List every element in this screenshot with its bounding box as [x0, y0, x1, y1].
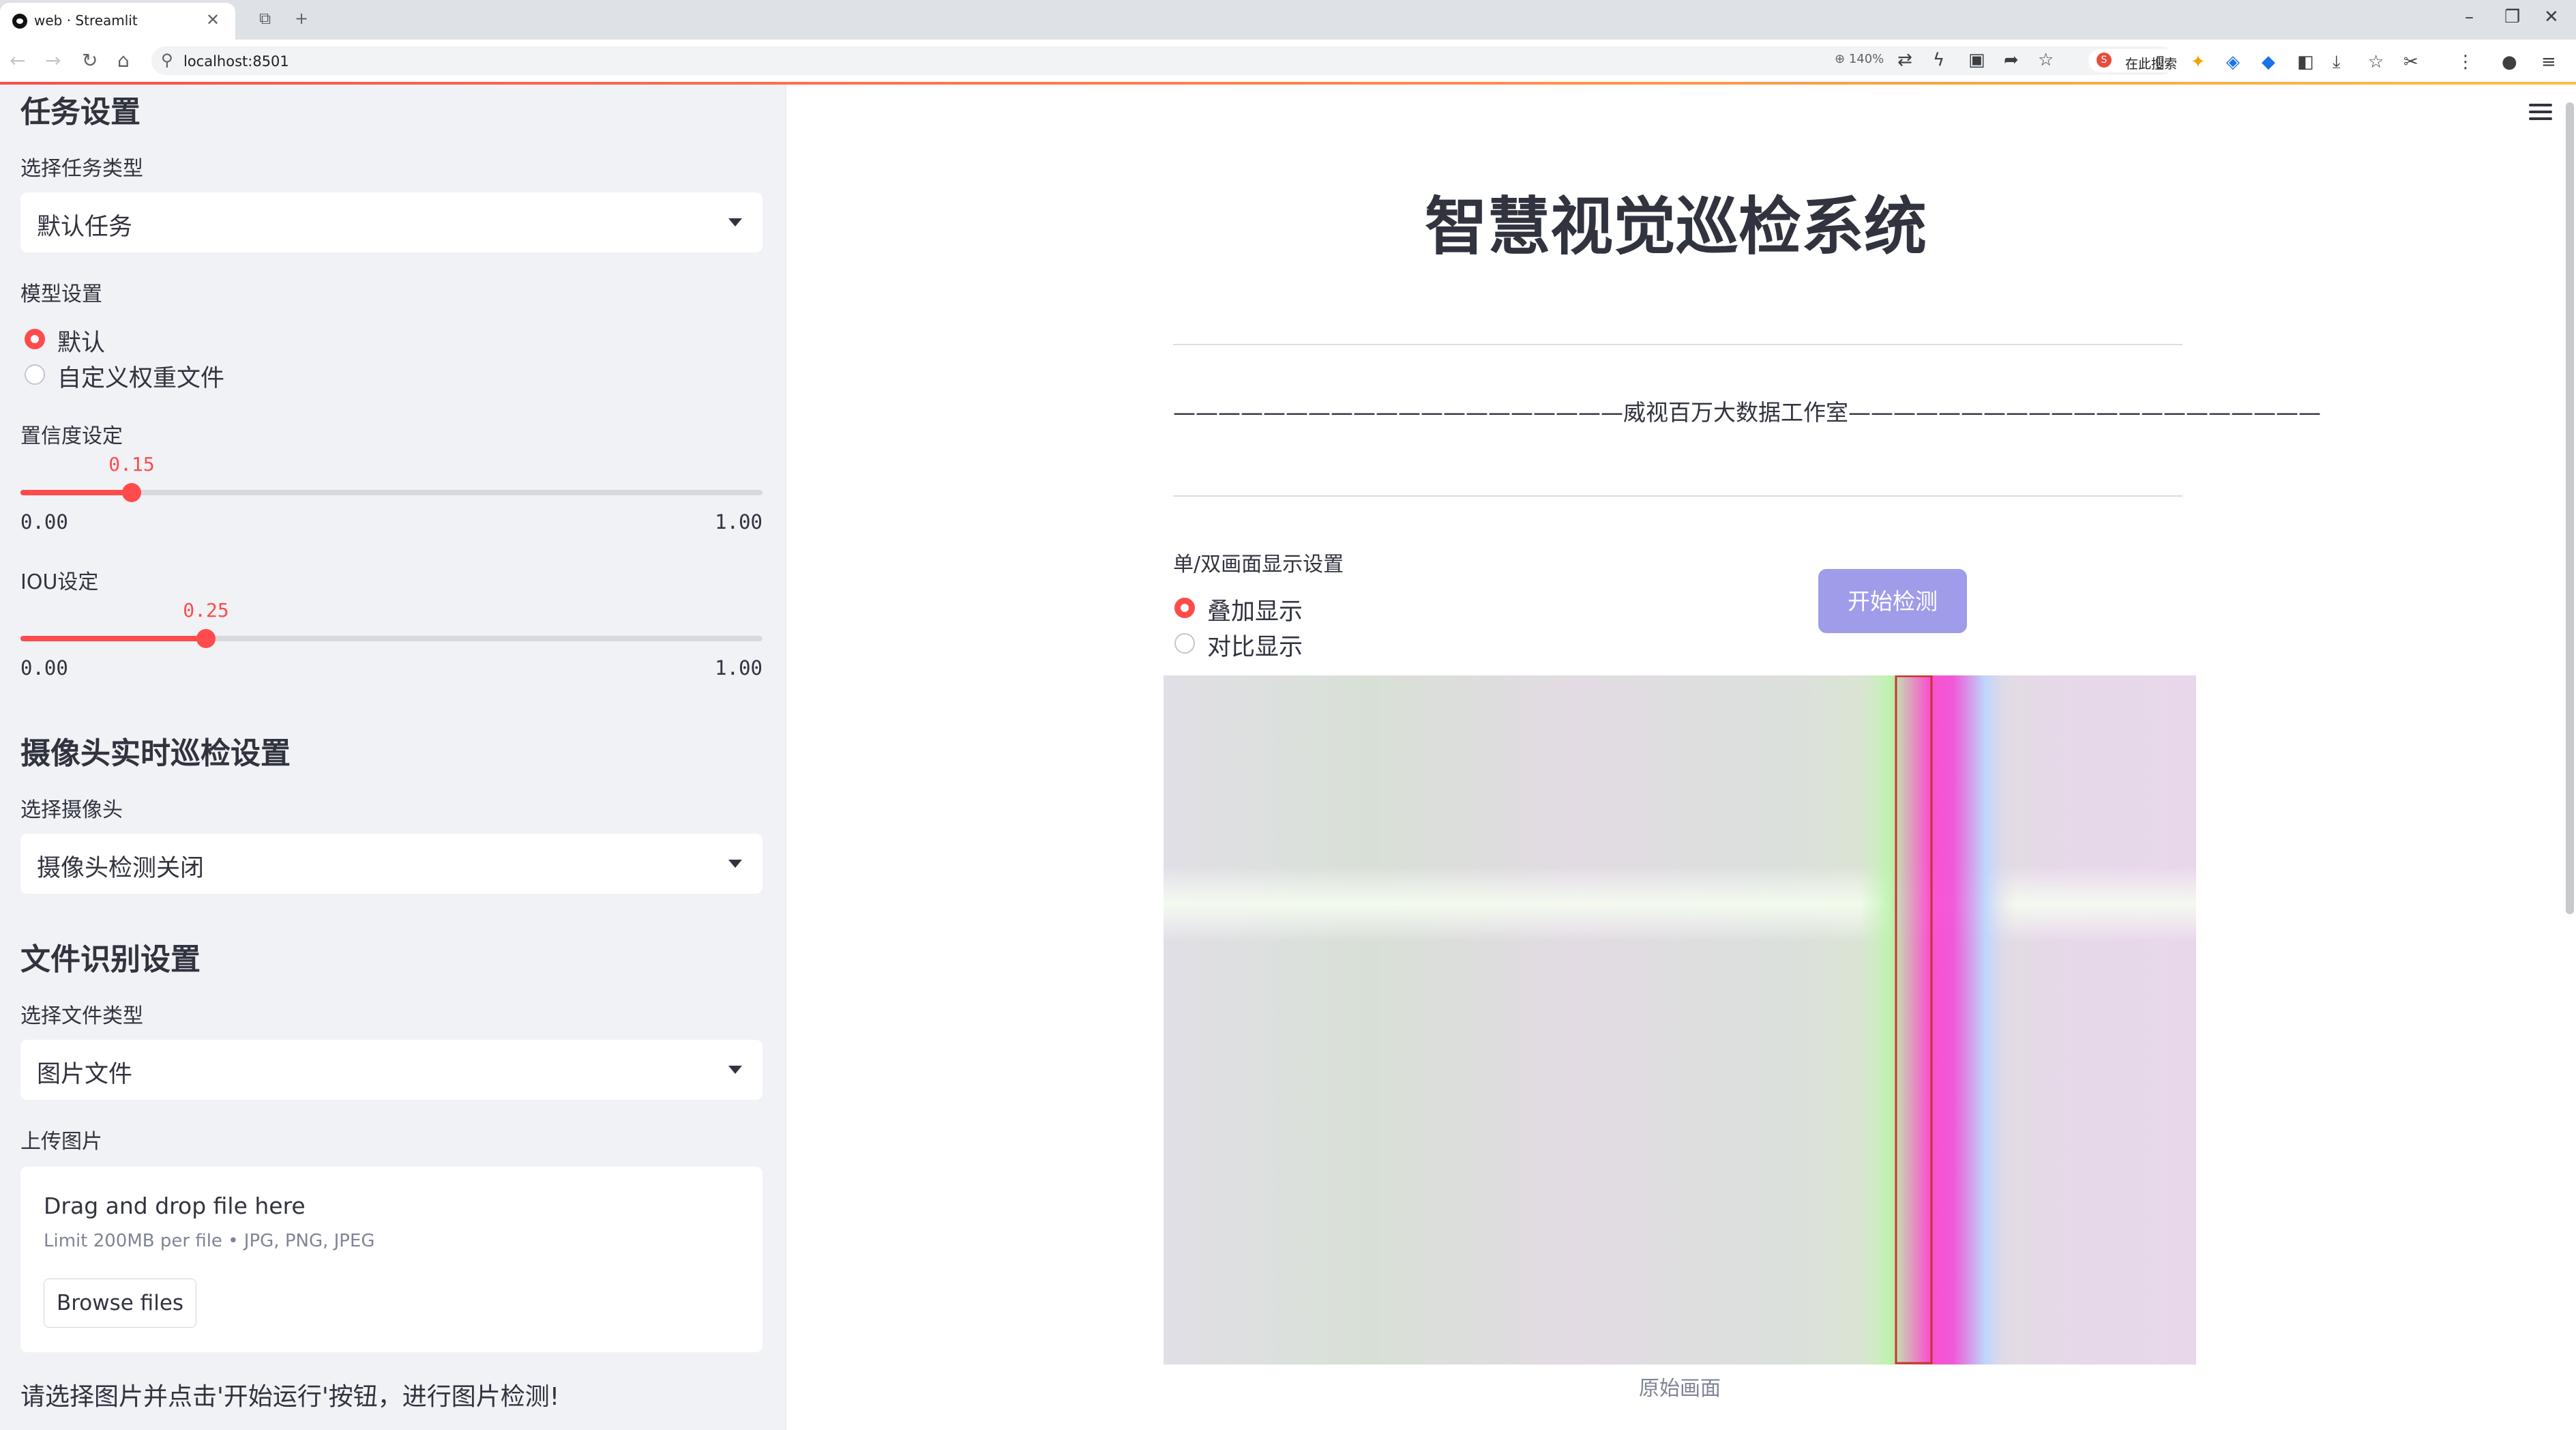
image-caption: 原始画面 [1639, 1377, 1721, 1401]
minimize-icon[interactable]: – [2465, 7, 2474, 27]
browser-tab-strip: web · Streamlit ✕ ⧉ + – ❐ ✕ [0, 0, 2576, 40]
camera-settings-heading: 摄像头实时巡检设置 [20, 736, 291, 771]
divider [1173, 344, 2182, 345]
file-settings-heading: 文件识别设置 [20, 942, 201, 977]
forward-icon[interactable]: → [45, 49, 61, 72]
zoom-indicator[interactable]: ⊕ 140% [1835, 52, 1884, 66]
translate-icon[interactable]: ⇄ [1897, 50, 1912, 70]
image-background [1164, 675, 2196, 1365]
confidence-slider[interactable]: 0.15 0.00 1.00 [20, 453, 763, 544]
iou-slider[interactable]: 0.25 0.00 1.00 [20, 599, 763, 690]
restore-icon[interactable]: ❐ [2504, 7, 2520, 27]
file-type-select[interactable]: 图片文件 [20, 1040, 763, 1100]
extension-2-icon[interactable]: ◈ [2226, 52, 2240, 72]
slider-max: 1.00 [715, 510, 763, 534]
page-title: 智慧视觉巡检系统 [1424, 190, 1927, 263]
camera-select[interactable]: 摄像头检测关闭 [20, 834, 763, 894]
chevron-down-icon [728, 218, 742, 227]
slider-thumb[interactable] [122, 483, 141, 502]
extension-3-icon[interactable]: ◆ [2262, 52, 2275, 72]
more-icon[interactable]: ⋮ [2457, 52, 2474, 72]
share-icon[interactable]: ➦ [2004, 50, 2019, 70]
task-type-label: 选择任务类型 [20, 157, 143, 181]
file-type-value: 图片文件 [37, 1061, 133, 1088]
slider-min: 0.00 [20, 656, 68, 680]
image-horizontal-band [1164, 866, 2196, 942]
slider-fill [20, 636, 206, 641]
file-type-label: 选择文件类型 [20, 1004, 143, 1028]
zoom-level: 140% [1848, 52, 1884, 66]
chevron-down-icon [728, 860, 742, 868]
model-option-label: 自定义权重文件 [57, 365, 225, 392]
slider-value: 0.15 [108, 453, 155, 476]
iou-label: IOU设定 [20, 570, 99, 594]
studio-subtitle: ————————————————————威视百万大数据工作室——————————… [1173, 399, 2321, 426]
radio-icon[interactable] [1174, 598, 1195, 618]
camera-value: 摄像头检测关闭 [37, 855, 205, 882]
chevron-down-icon [728, 1066, 742, 1074]
display-mode-label: 单/双画面显示设置 [1173, 553, 1344, 577]
radio-icon[interactable] [25, 364, 45, 385]
task-type-value: 默认任务 [37, 214, 133, 241]
slider-max: 1.00 [715, 656, 763, 680]
display-option-label: 叠加显示 [1207, 598, 1303, 626]
reload-icon[interactable]: ↻ [82, 49, 98, 72]
browser-tab[interactable]: web · Streamlit ✕ [0, 3, 235, 40]
detection-image [1164, 675, 2196, 1365]
radio-icon[interactable] [1174, 633, 1195, 654]
dropzone-limit: Limit 200MB per file • JPG, PNG, JPEG [44, 1231, 375, 1251]
slider-fill [20, 490, 132, 495]
model-settings-label: 模型设置 [20, 282, 102, 306]
model-option-label: 默认 [57, 330, 106, 357]
display-option-label: 对比显示 [1207, 634, 1303, 661]
home-icon[interactable]: ⌂ [117, 49, 130, 72]
task-type-select[interactable]: 默认任务 [20, 192, 763, 252]
upload-hint: 请选择图片并点击'开始运行'按钮，进行图片检测! [20, 1383, 560, 1411]
slider-thumb[interactable] [196, 629, 216, 648]
divider [1173, 495, 2182, 497]
detection-image-canvas [1164, 675, 2196, 1365]
search-placeholder: 在此搜索 [2125, 57, 2178, 72]
slider-value: 0.25 [183, 599, 229, 622]
screenshot-icon[interactable]: ▣ [1968, 50, 1985, 70]
search-box[interactable]: S 在此搜索 [2088, 49, 2245, 72]
extension-4-icon[interactable]: ◧ [2297, 52, 2314, 72]
avatar-icon[interactable]: ● [2502, 52, 2517, 72]
address-bar[interactable]: ⚲ localhost:8501 ⊕ 140% ⇄ ϟ ▣ ➦ ☆ S 在此搜索 [151, 46, 2245, 75]
url-text[interactable]: localhost:8501 [183, 53, 289, 70]
file-uploader-dropzone[interactable]: Drag and drop file here Limit 200MB per … [20, 1167, 763, 1352]
bookmark-star-icon[interactable]: ☆ [2038, 50, 2054, 70]
phone-icon[interactable]: ▯ [2155, 52, 2165, 72]
confidence-label: 置信度设定 [20, 424, 123, 448]
slider-min: 0.00 [20, 510, 68, 534]
scrollbar[interactable] [2566, 102, 2574, 914]
back-icon[interactable]: ← [10, 49, 25, 72]
close-tab-icon[interactable]: ✕ [206, 10, 220, 29]
bolt-icon[interactable]: ϟ [1933, 50, 1944, 70]
upload-label: 上传图片 [20, 1130, 102, 1154]
streamlit-favicon-icon [12, 14, 27, 29]
search-engine-icon[interactable]: S [2097, 53, 2112, 68]
dropzone-title: Drag and drop file here [44, 1193, 306, 1219]
new-tab-icon[interactable]: + [295, 9, 308, 28]
favorites-icon[interactable]: ☆ [2368, 52, 2384, 72]
tab-title: web · Streamlit [34, 12, 138, 29]
start-detection-button[interactable]: 开始检测 [1818, 569, 1967, 633]
download-icon[interactable]: ⤓ [2333, 52, 2341, 73]
browse-files-button[interactable]: Browse files [44, 1279, 196, 1328]
site-info-icon[interactable]: ⚲ [161, 50, 173, 70]
close-window-icon[interactable]: ✕ [2544, 7, 2559, 27]
camera-label: 选择摄像头 [20, 798, 123, 822]
extension-1-icon[interactable]: ✦ [2191, 52, 2206, 72]
task-settings-heading: 任务设置 [20, 95, 140, 130]
hamburger-menu-icon[interactable] [2529, 104, 2552, 121]
cut-icon[interactable]: ✂ [2403, 52, 2418, 72]
browser-menu-icon[interactable]: ≡ [2541, 52, 2556, 72]
tab-groups-icon[interactable]: ⧉ [259, 9, 271, 28]
browser-toolbar: ← → ↻ ⌂ ⚲ localhost:8501 ⊕ 140% ⇄ ϟ ▣ ➦ … [0, 40, 2576, 83]
radio-icon[interactable] [25, 329, 45, 349]
image-vertical-streak [1859, 675, 2016, 1365]
